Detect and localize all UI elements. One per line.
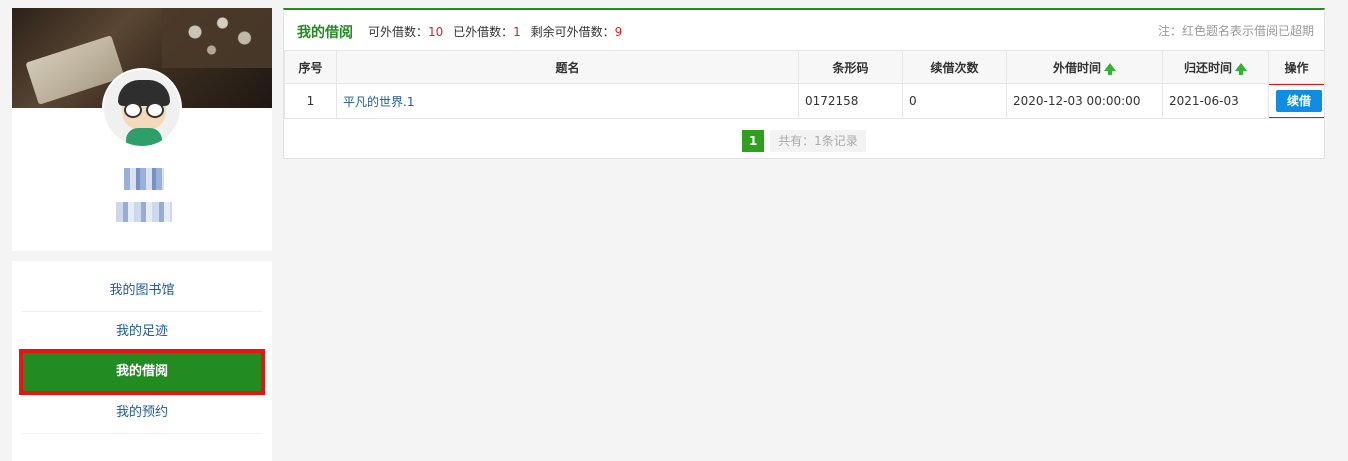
row-borrow-time: 2020-12-03 00:00:00 — [1006, 83, 1163, 119]
pagination: 1 共有：1条记录 — [284, 130, 1324, 152]
lendable-value: 10 — [428, 25, 444, 39]
col-header-return-time-label: 归还时间 — [1183, 60, 1232, 75]
row-return-time: 2021-06-03 — [1162, 83, 1269, 119]
col-header-index: 序号 — [284, 50, 337, 84]
table-row: 1 平凡的世界.1 0172158 0 2020-12-03 00:00:00 … — [284, 83, 1325, 119]
sort-up-icon[interactable] — [1104, 62, 1116, 75]
row-title-cell: 平凡的世界.1 — [336, 83, 799, 119]
borrow-stats: 可外借数：10 已外借数：1 剩余可外借数：9 — [368, 23, 628, 40]
renew-button[interactable]: 续借 — [1276, 90, 1322, 112]
col-header-renew-count: 续借次数 — [902, 50, 1007, 84]
profile-card — [12, 8, 272, 251]
overdue-note: 注：红色题名表示借阅已超期 — [1157, 24, 1314, 38]
page-title: 我的借阅 — [297, 25, 353, 41]
remaining-label: 剩余可外借数： — [530, 25, 615, 39]
borrowing-panel: 我的借阅 可外借数：10 已外借数：1 剩余可外借数：9 注：红色题名表示借阅已… — [283, 8, 1325, 159]
remaining-value: 9 — [614, 25, 623, 39]
borrowed-value: 1 — [513, 25, 521, 39]
row-barcode: 0172158 — [798, 83, 903, 119]
record-total: 共有：1条记录 — [770, 130, 866, 152]
renew-highlight: 续借 — [1269, 84, 1324, 118]
sort-up-icon[interactable] — [1235, 62, 1247, 75]
sidebar-item-my-reservation[interactable]: 我的预约 — [22, 393, 262, 434]
page-number-current[interactable]: 1 — [742, 130, 765, 152]
col-header-return-time[interactable]: 归还时间 — [1162, 50, 1269, 84]
sidebar-nav: 我的图书馆 我的足迹 我的借阅 我的预约 — [12, 261, 272, 461]
row-index: 1 — [284, 83, 337, 119]
user-name-pixelated — [124, 168, 164, 190]
row-renew-count: 0 — [902, 83, 1007, 119]
col-header-action: 操作 — [1268, 50, 1325, 84]
table-header-row: 序号 题名 条形码 续借次数 外借时间 归还时间 操作 — [284, 50, 1325, 84]
sidebar-item-my-borrowing[interactable]: 我的借阅 — [19, 349, 265, 395]
lendable-label: 可外借数： — [368, 25, 429, 39]
sidebar-item-my-footprint[interactable]: 我的足迹 — [22, 312, 262, 353]
borrowed-label: 已外借数： — [453, 25, 514, 39]
avatar[interactable] — [102, 68, 182, 148]
col-header-borrow-time[interactable]: 外借时间 — [1006, 50, 1163, 84]
col-header-borrow-time-label: 外借时间 — [1052, 60, 1101, 75]
user-id-pixelated — [116, 202, 172, 222]
col-header-barcode: 条形码 — [798, 50, 903, 84]
borrow-table: 序号 题名 条形码 续借次数 外借时间 归还时间 操作 1 平凡的世界.1 01… — [284, 50, 1325, 119]
row-title-link[interactable]: 平凡的世界.1 — [343, 95, 414, 109]
row-action-cell: 续借 — [1268, 83, 1325, 119]
panel-header: 我的借阅 可外借数：10 已外借数：1 剩余可外借数：9 注：红色题名表示借阅已… — [284, 10, 1324, 50]
col-header-title: 题名 — [336, 50, 799, 84]
sidebar-item-my-library[interactable]: 我的图书馆 — [22, 271, 262, 312]
